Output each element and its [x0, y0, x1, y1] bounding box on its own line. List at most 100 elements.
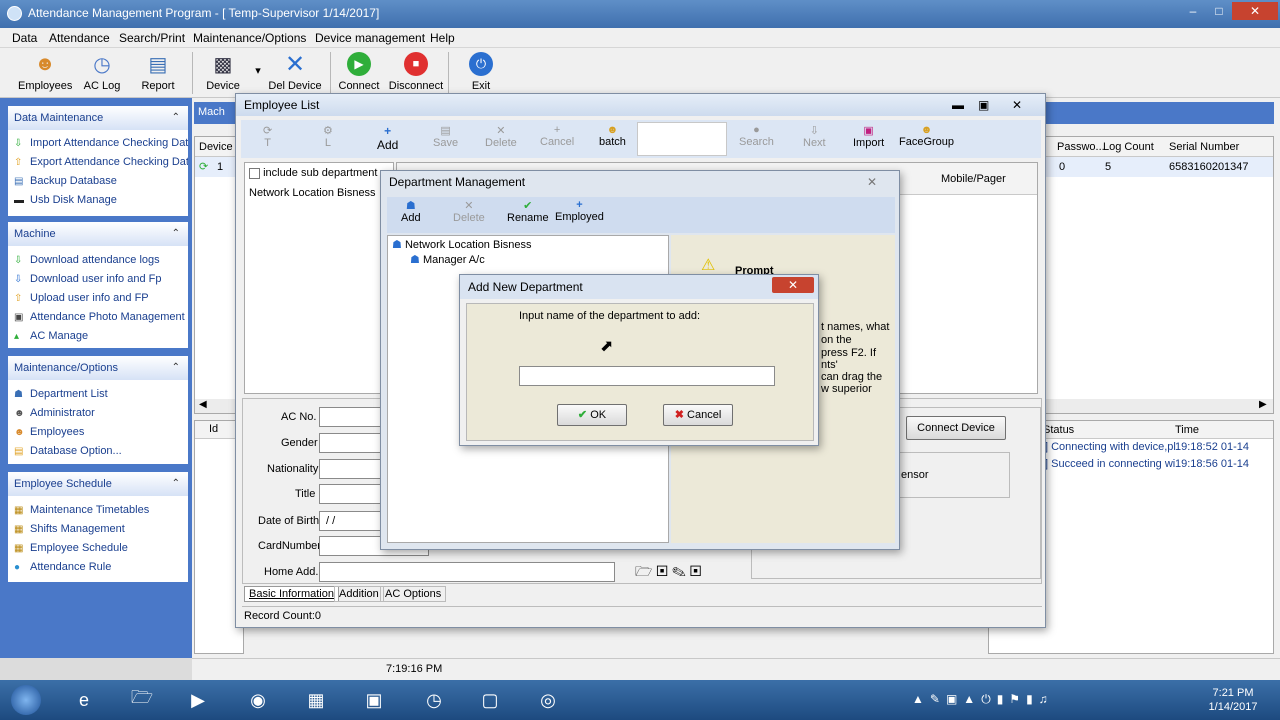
- menu-device-management[interactable]: Device management: [315, 31, 425, 45]
- tray-battery-icon[interactable]: ▮: [1026, 692, 1039, 706]
- toolbar-t-button[interactable]: ⟳ T: [263, 124, 272, 149]
- close-button[interactable]: ✕: [867, 171, 877, 193]
- sidebar-item-ac-manage[interactable]: ▴ AC Manage: [8, 327, 188, 346]
- sidebar-item-photo[interactable]: ▣ Attendance Photo Management: [8, 308, 188, 327]
- search-button[interactable]: ● Search: [739, 124, 774, 148]
- report-button[interactable]: ▤ Report: [136, 50, 180, 93]
- next-button[interactable]: ⇩ Next: [803, 124, 826, 149]
- serial-number-column-header[interactable]: Serial Number: [1169, 141, 1239, 153]
- tray-acrobat-icon[interactable]: ▲: [963, 692, 981, 706]
- facegroup-button[interactable]: ☻ FaceGroup: [899, 124, 954, 148]
- device-button[interactable]: ▩ Device: [198, 50, 248, 93]
- rename-button[interactable]: ✔ Rename: [507, 199, 549, 224]
- tray-volume-icon[interactable]: ♫: [1039, 692, 1054, 706]
- include-sub-checkbox[interactable]: include sub department: [249, 167, 377, 179]
- tree-node-child[interactable]: ☗ Manager A/c: [410, 253, 485, 266]
- tray-power-icon[interactable]: ⏻: [981, 692, 997, 706]
- machine-header[interactable]: Machine ⌃: [8, 222, 188, 246]
- photo-app-icon[interactable]: ▣: [354, 684, 394, 716]
- batch-button[interactable]: ☻ batch: [599, 124, 626, 148]
- log-count-column-header[interactable]: Log Count: [1103, 141, 1154, 153]
- camera-icon[interactable]: ▣: [656, 563, 668, 579]
- sidebar-item-usb[interactable]: ▬ Usb Disk Manage: [8, 191, 188, 210]
- tray-arrow-icon[interactable]: ▲: [912, 692, 930, 706]
- minimize-button[interactable]: –: [1180, 2, 1206, 20]
- tree-node-root[interactable]: ☗ Network Location Bisness: [392, 238, 532, 251]
- clock[interactable]: 7:21 PM 1/14/2017: [1198, 686, 1268, 714]
- sidebar-item-attendance-rule[interactable]: ● Attendance Rule: [8, 558, 188, 577]
- tray-network-icon[interactable]: ▮: [997, 692, 1010, 706]
- employees-button[interactable]: ☻ Employees: [18, 50, 72, 93]
- home-address-input[interactable]: [319, 562, 615, 582]
- tray-shield-icon[interactable]: ▣: [946, 692, 963, 706]
- menu-search-print[interactable]: Search/Print: [119, 31, 185, 45]
- menu-attendance[interactable]: Attendance: [49, 31, 110, 45]
- folder-icon[interactable]: 🗁: [635, 563, 652, 579]
- tab-ac-options[interactable]: AC Options: [380, 586, 447, 602]
- ac-log-button[interactable]: ◷ AC Log: [80, 50, 124, 93]
- sidebar-item-export[interactable]: ⇧ Export Attendance Checking Data: [8, 153, 188, 172]
- add-employee-button[interactable]: + Add: [377, 124, 398, 152]
- device-dropdown-arrow[interactable]: ▾: [252, 64, 264, 77]
- import-button[interactable]: ▣ Import: [853, 124, 884, 149]
- eraser-icon[interactable]: ✎: [672, 563, 686, 579]
- file-explorer-icon[interactable]: 🗁: [122, 684, 162, 716]
- employed-button[interactable]: + Employed: [555, 199, 604, 223]
- menu-data[interactable]: Data: [12, 31, 37, 45]
- tray-flag-icon[interactable]: ⚑: [1009, 692, 1026, 706]
- menu-maintenance[interactable]: Maintenance/Options: [193, 31, 306, 45]
- add-department-button[interactable]: ☗ Add: [401, 199, 421, 224]
- collapse-icon[interactable]: ⌃: [172, 222, 180, 246]
- collapse-icon[interactable]: ⌃: [172, 106, 180, 130]
- sidebar-item-administrator[interactable]: ☻ Administrator: [8, 404, 188, 423]
- close-button[interactable]: ✕: [772, 277, 814, 293]
- sidebar-item-shifts[interactable]: ▦ Shifts Management: [8, 520, 188, 539]
- status-column-header[interactable]: Status: [1043, 424, 1074, 436]
- disconnect-button[interactable]: ■ Disconnect: [388, 50, 444, 92]
- ok-button[interactable]: ✔ OK: [557, 404, 627, 426]
- delete-button[interactable]: ✕ Delete: [485, 124, 517, 149]
- tab-addition[interactable]: Addition: [334, 586, 384, 602]
- maintenance-header[interactable]: Maintenance/Options ⌃: [8, 356, 188, 380]
- close-button[interactable]: ✕: [1232, 2, 1278, 20]
- time-column-header[interactable]: Time: [1175, 424, 1199, 436]
- close-button[interactable]: ✕: [1012, 94, 1022, 116]
- firefox-icon[interactable]: ◉: [238, 684, 278, 716]
- collapse-icon[interactable]: ⌃: [172, 472, 180, 496]
- scroll-right-icon[interactable]: ▶: [1259, 399, 1267, 410]
- sidebar-item-upload-user[interactable]: ⇧ Upload user info and FP: [8, 289, 188, 308]
- maximize-button[interactable]: □: [1206, 2, 1232, 20]
- device-column-header[interactable]: Device: [199, 141, 233, 153]
- menu-help[interactable]: Help: [430, 31, 455, 45]
- mobile-column-header[interactable]: Mobile/Pager: [941, 173, 1006, 185]
- snipping-tool-icon[interactable]: ▢: [470, 684, 510, 716]
- tab-machine[interactable]: Mach: [198, 106, 225, 118]
- collapse-icon[interactable]: ⌃: [172, 356, 180, 380]
- schedule-header[interactable]: Employee Schedule ⌃: [8, 472, 188, 496]
- password-column-header[interactable]: Passwo...: [1057, 141, 1105, 153]
- sidebar-item-department-list[interactable]: ☗ Department List: [8, 385, 188, 404]
- sidebar-item-download-logs[interactable]: ⇩ Download attendance logs: [8, 251, 188, 270]
- restore-button[interactable]: ▣: [978, 94, 989, 116]
- sidebar-item-employees[interactable]: ☻ Employees: [8, 423, 188, 442]
- department-name-input[interactable]: [519, 366, 775, 386]
- attendance-app-icon[interactable]: ◷: [414, 684, 454, 716]
- sidebar-item-timetables[interactable]: ▦ Maintenance Timetables: [8, 501, 188, 520]
- toolbar-l-button[interactable]: ⚙ L: [323, 124, 333, 149]
- data-maintenance-header[interactable]: Data Maintenance ⌃: [8, 106, 188, 130]
- start-button[interactable]: [6, 684, 46, 716]
- delete-department-button[interactable]: ✕ Delete: [453, 199, 485, 224]
- minimize-button[interactable]: ▬: [952, 94, 964, 116]
- connect-device-button[interactable]: Connect Device: [906, 416, 1006, 440]
- cancel-toolbar-button[interactable]: + Cancel: [540, 124, 574, 148]
- chrome-icon[interactable]: ◎: [528, 684, 568, 716]
- tray-tool-icon[interactable]: ✎: [930, 692, 946, 706]
- search-box[interactable]: [637, 122, 727, 156]
- media-player-icon[interactable]: ▶: [178, 684, 218, 716]
- sidebar-item-employee-schedule[interactable]: ▦ Employee Schedule: [8, 539, 188, 558]
- tree-root-node[interactable]: Network Location Bisness: [249, 187, 376, 199]
- calculator-icon[interactable]: ▦: [296, 684, 336, 716]
- sidebar-item-database-option[interactable]: ▤ Database Option...: [8, 442, 188, 461]
- capture-icon[interactable]: ▣: [690, 563, 702, 579]
- sidebar-item-import[interactable]: ⇩ Import Attendance Checking Data: [8, 134, 188, 153]
